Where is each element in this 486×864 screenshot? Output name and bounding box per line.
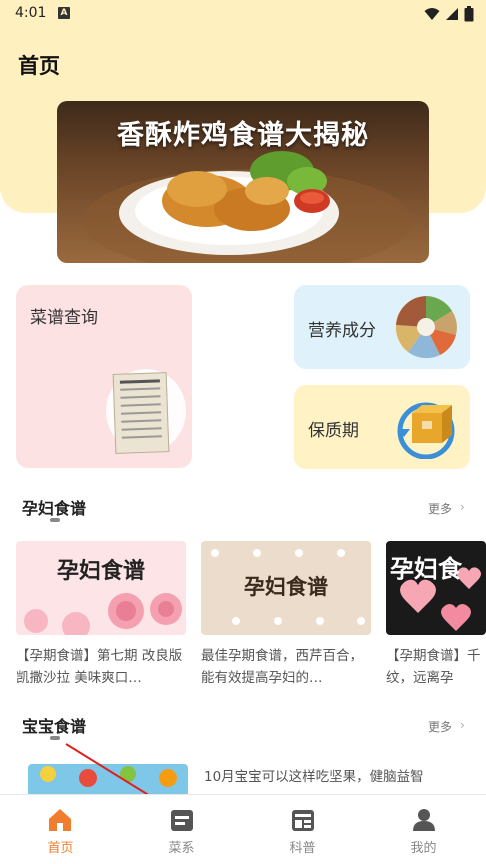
battery-icon <box>464 6 474 22</box>
thumb-3-title: 孕妇食 <box>390 555 462 583</box>
pregnant-section-title: 孕妇食谱 <box>22 499 87 518</box>
page-title: 首页 <box>18 54 60 78</box>
baby-recipe-desc-1[interactable]: 10月宝宝可以这样吃坚果，健脑益智 <box>204 766 474 790</box>
cuisine-icon <box>171 810 193 831</box>
pregnant-recipe-thumb-2[interactable]: 孕妇食谱 <box>201 541 371 635</box>
tab-cuisine-label: 菜系 <box>168 841 195 856</box>
recipe-query-card[interactable]: 菜谱查询 <box>16 285 192 468</box>
nutrition-card[interactable]: 营养成分 <box>294 285 470 369</box>
pregnant-recipe-thumb-1[interactable]: 孕妇食谱 <box>16 541 186 635</box>
tab-science-label: 科普 <box>289 841 316 856</box>
tab-science[interactable]: 科普 <box>242 795 363 859</box>
baby-more-link[interactable]: 更多 <box>428 718 452 735</box>
recipe-book-icon <box>102 369 186 454</box>
notification-icon: A <box>58 7 70 19</box>
section-indicator <box>50 518 60 522</box>
nutrition-label: 营养成分 <box>308 321 376 341</box>
tab-home[interactable]: 首页 <box>0 795 121 859</box>
home-icon <box>49 809 71 831</box>
thumb-2-title: 孕妇食谱 <box>244 575 328 599</box>
tab-home-label: 首页 <box>47 841 74 856</box>
banner-title: 香酥炸鸡食谱大揭秘 <box>117 120 369 151</box>
pregnant-recipe-thumb-3[interactable]: 孕妇食 <box>386 541 486 635</box>
baby-section-title: 宝宝食谱 <box>22 717 87 736</box>
nutrition-plate-icon <box>395 296 457 359</box>
recipe-query-label: 菜谱查询 <box>30 308 98 328</box>
tab-cuisine[interactable]: 菜系 <box>121 795 242 859</box>
pregnant-recipe-desc-1[interactable]: 【孕期食谱】第七期 改良版凯撒沙拉 美味爽口… <box>16 645 186 689</box>
pregnant-recipe-desc-2[interactable]: 最佳孕期食谱，西芹百合，能有效提高孕妇的… <box>201 645 371 689</box>
fruit-pattern-image <box>40 766 177 787</box>
banner-carousel[interactable]: 香酥炸鸡食谱大揭秘 <box>57 101 429 263</box>
section-indicator <box>50 736 60 740</box>
pregnant-more-link[interactable]: 更多 <box>428 500 452 517</box>
tab-profile[interactable]: 我的 <box>363 795 484 859</box>
status-icons <box>424 6 474 22</box>
shelf-life-label: 保质期 <box>308 421 359 441</box>
user-icon <box>413 809 435 831</box>
chevron-right-icon: › <box>460 718 465 732</box>
status-time: 4:01 <box>15 5 47 21</box>
pregnant-recipe-desc-3[interactable]: 【孕期食谱】千纹，远离孕妈"逆 <box>386 645 486 689</box>
signal-icon <box>446 8 458 20</box>
box-clock-icon <box>397 402 455 459</box>
wifi-icon <box>424 8 440 20</box>
tab-profile-label: 我的 <box>410 841 437 856</box>
thumb-1-title: 孕妇食谱 <box>56 559 145 584</box>
chevron-right-icon: › <box>460 500 465 514</box>
science-icon <box>292 810 314 831</box>
bottom-tab-bar: 首页 菜系 科普 我的 <box>0 794 486 864</box>
shelf-life-card[interactable]: 保质期 <box>294 385 470 469</box>
baby-recipe-thumb-1[interactable] <box>28 764 188 794</box>
status-bar: 4:01 A <box>0 0 486 28</box>
